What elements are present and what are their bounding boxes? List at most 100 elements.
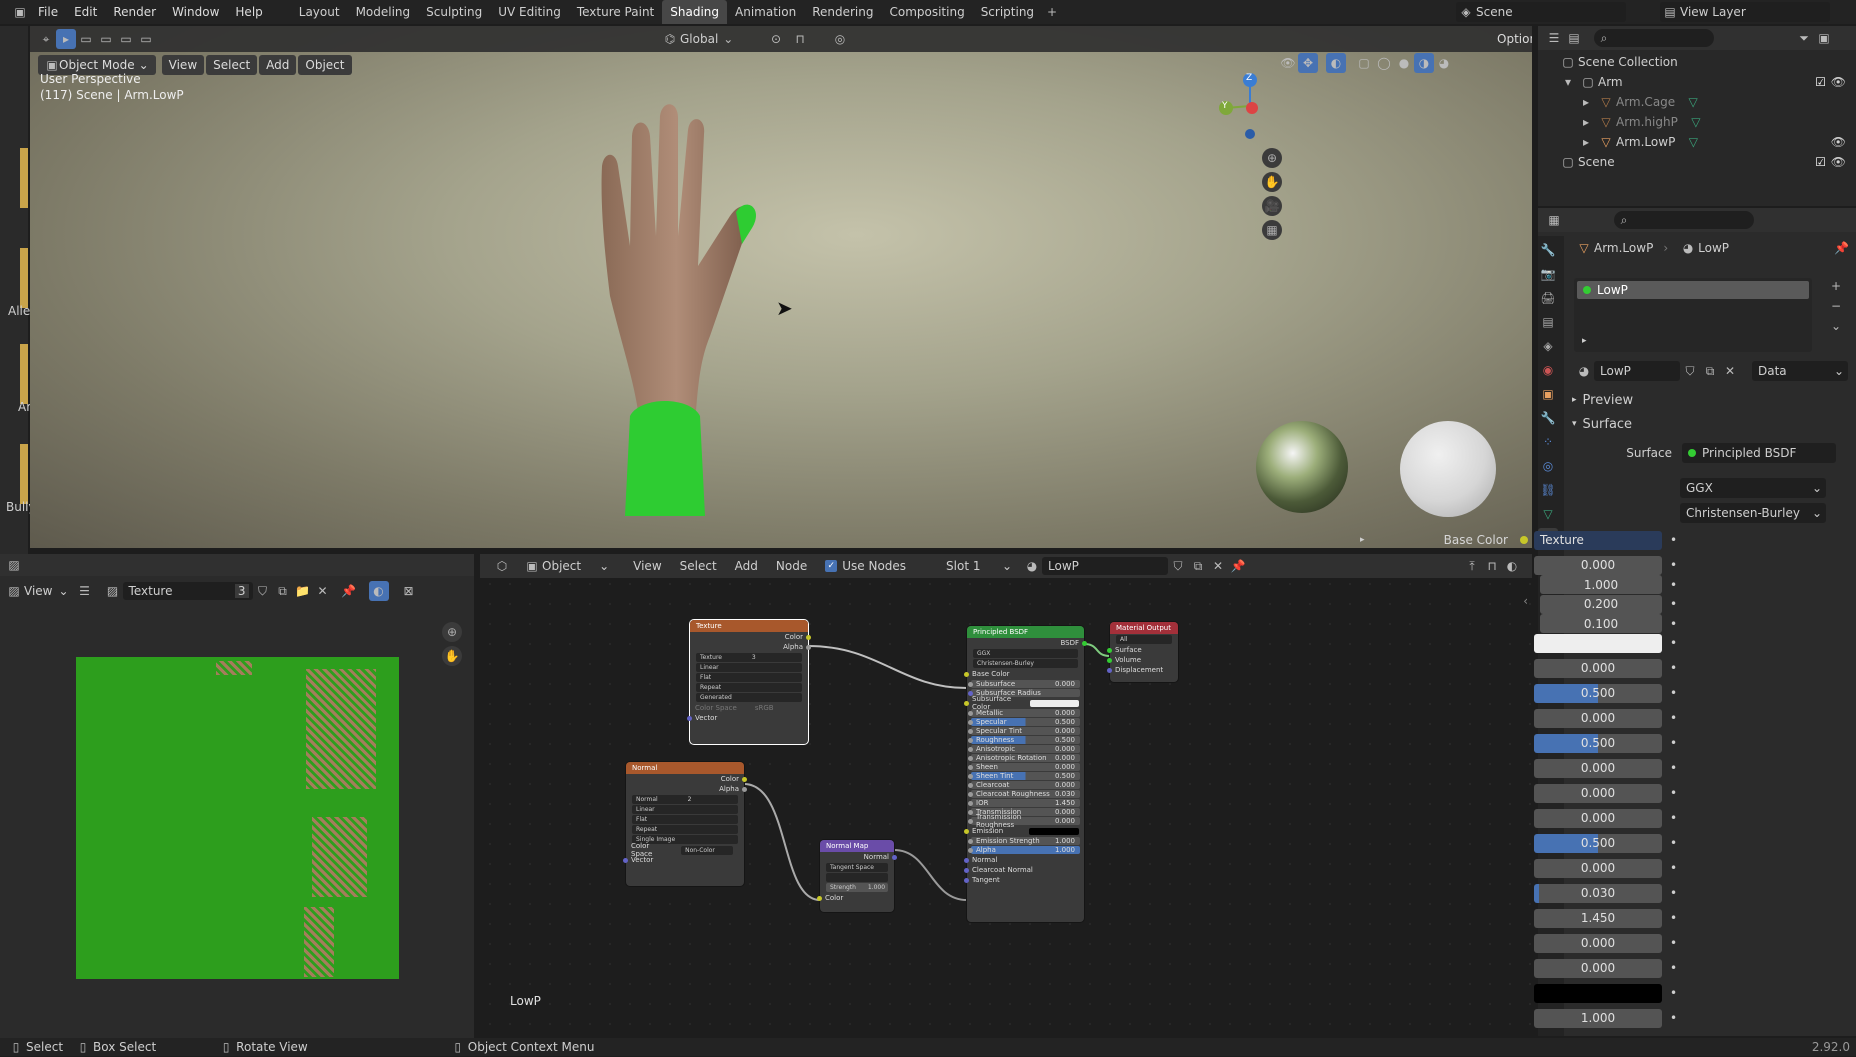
prop-value-field[interactable]: 0.000 — [1534, 758, 1662, 778]
prop-value-field[interactable]: 1.450 — [1534, 908, 1662, 928]
colorspace-value[interactable]: Non-Color — [681, 845, 733, 855]
checkbox-icon[interactable]: ☑ — [1815, 75, 1826, 89]
eye-icon[interactable]: 👁 — [1831, 135, 1846, 149]
projection-dropdown[interactable]: Flat — [696, 673, 802, 682]
input-socket[interactable] — [968, 755, 973, 761]
target-dropdown[interactable]: All — [1116, 635, 1172, 644]
keyframe-dot-icon[interactable]: • — [1670, 597, 1677, 611]
menu-item-file[interactable]: File — [30, 5, 66, 19]
zoom-icon[interactable]: ⊕ — [1262, 148, 1282, 168]
bsdf-node-header[interactable]: Principled BSDF — [967, 626, 1084, 638]
prop-value-field[interactable]: 0.500 — [1534, 683, 1662, 703]
bsdf-input-anisotropic-rotation[interactable]: Anisotropic Rotation 0.000 — [968, 754, 1080, 762]
image-name-field[interactable]: Texture 3 — [122, 582, 253, 600]
proportional-icon[interactable]: ◎ — [830, 29, 850, 49]
color-swatch[interactable] — [1029, 827, 1079, 835]
editor-type-icon[interactable]: ⌖ — [36, 29, 56, 49]
keyframe-dot-icon[interactable]: • — [1670, 986, 1677, 1000]
input-socket[interactable] — [964, 671, 969, 677]
scene-selector[interactable]: ◈ Scene — [1456, 2, 1626, 22]
thumb-1[interactable] — [20, 148, 28, 208]
prop-value-field[interactable]: 0.030 — [1534, 883, 1662, 903]
pin-icon[interactable]: 📌 — [1834, 241, 1849, 255]
link-dropdown[interactable]: Data ⌄ — [1752, 361, 1848, 381]
solid-icon[interactable]: ● — [1394, 53, 1414, 73]
object-menu[interactable]: Object — [298, 55, 352, 75]
color-input-socket[interactable] — [817, 895, 822, 901]
output-node-header[interactable]: Material Output — [1110, 622, 1178, 634]
prop-value-field[interactable]: 0.000 — [1534, 555, 1662, 575]
new-collection-icon[interactable]: ▣ — [1814, 28, 1834, 48]
color-output-socket[interactable] — [806, 634, 811, 640]
ortho-grid-icon[interactable]: ▦ — [1262, 220, 1282, 240]
prop-value-field[interactable]: 0.000 — [1534, 783, 1662, 803]
gizmo-toggle-icon[interactable]: ⊠ — [399, 581, 419, 601]
strength-field[interactable]: Strength 1.000 — [826, 883, 888, 892]
projection-dropdown[interactable]: Flat — [632, 815, 738, 824]
prop-value-field[interactable]: 0.500 — [1534, 833, 1662, 853]
input-socket[interactable] — [968, 782, 973, 788]
expand-icon[interactable]: ▸ — [1360, 535, 1365, 545]
pin-icon[interactable]: 📌 — [339, 581, 359, 601]
xray-icon[interactable]: ▢ — [1354, 53, 1374, 73]
keyframe-dot-icon[interactable]: • — [1670, 636, 1677, 650]
sss-method-dropdown[interactable]: Christensen-Burley — [973, 659, 1078, 668]
interpolation-dropdown[interactable]: Linear — [632, 805, 738, 814]
vector-input-socket[interactable] — [687, 715, 692, 721]
keyframe-dot-icon[interactable]: • — [1670, 711, 1677, 725]
material-slot-list[interactable]: LowP ▸ — [1574, 278, 1812, 352]
alpha-output-socket[interactable] — [742, 786, 747, 792]
input-socket[interactable] — [964, 867, 969, 873]
viewport-3d[interactable]: ⌖ ▸ ▭ ▭ ▭ ▭ ⌬ Global ⌄ ⊙ ⊓ ◎ Options ▣ O… — [30, 26, 1532, 548]
prop-value-field[interactable]: 0.000 — [1534, 708, 1662, 728]
expand-icon[interactable]: ▸ — [1576, 112, 1596, 132]
output-tab-icon[interactable]: 🖨 — [1538, 288, 1558, 308]
volume-input-socket[interactable] — [1107, 657, 1112, 663]
outliner-search[interactable]: ⌕ — [1594, 29, 1714, 47]
wireframe-icon[interactable]: ◯ — [1374, 53, 1394, 73]
pan-icon[interactable]: ✋ — [1262, 172, 1282, 192]
outliner-item-arm[interactable]: ▾ ▢ Arm ☑ 👁 — [1558, 72, 1848, 92]
view-layer-tab-icon[interactable]: ▤ — [1538, 312, 1558, 332]
input-socket[interactable] — [968, 746, 973, 752]
camera-icon[interactable]: 🎥 — [1262, 196, 1282, 216]
keyframe-dot-icon[interactable]: • — [1670, 936, 1677, 950]
expand-icon[interactable]: ▸ — [1576, 92, 1596, 112]
preview-panel-header[interactable]: ▸ Preview — [1572, 390, 1633, 410]
select-tool-icon[interactable]: ▸ — [56, 29, 76, 49]
input-socket[interactable] — [968, 818, 973, 824]
socket-icon[interactable] — [1520, 536, 1528, 544]
keyframe-dot-icon[interactable]: • — [1670, 661, 1677, 675]
tab-animation[interactable]: Animation — [727, 0, 804, 24]
object-tab-icon[interactable]: ▣ — [1538, 384, 1558, 404]
material-output-node[interactable]: Material Output All Surface Volume Displ… — [1107, 622, 1178, 682]
keyframe-dot-icon[interactable]: • — [1670, 861, 1677, 875]
input-socket[interactable] — [968, 737, 973, 743]
display-mode-icon[interactable]: ▤ — [1564, 28, 1584, 48]
blender-logo-icon[interactable]: ▣ — [10, 2, 30, 22]
image-browse-icon[interactable]: ▨ — [103, 581, 123, 601]
normal-node-header[interactable]: Normal — [626, 762, 744, 774]
prop-value-field[interactable]: 0.000 — [1534, 658, 1662, 678]
tab-layout[interactable]: Layout — [291, 0, 348, 24]
normal-output-socket[interactable] — [892, 854, 897, 860]
input-socket[interactable] — [968, 773, 973, 779]
texture-image[interactable] — [76, 657, 399, 979]
tab-sculpting[interactable]: Sculpting — [418, 0, 490, 24]
modifier-tab-icon[interactable]: 🔧 — [1538, 408, 1558, 428]
expand-icon[interactable]: ▸ — [1576, 132, 1596, 152]
eye-icon[interactable]: 👁 — [1831, 75, 1846, 89]
new-image-icon[interactable]: ⧉ — [273, 581, 293, 601]
normal-map-node[interactable]: Normal Map Normal Tangent Space Strength… — [817, 840, 897, 912]
bsdf-input-alpha[interactable]: Alpha 1.000 — [968, 846, 1080, 854]
menu-item-window[interactable]: Window — [164, 5, 227, 19]
bsdf-input-metallic[interactable]: Metallic 0.000 — [968, 709, 1080, 717]
prop-value-field[interactable]: Texture — [1534, 530, 1662, 550]
bsdf-input-ior[interactable]: IOR 1.450 — [968, 799, 1080, 807]
bsdf-input-sheen-tint[interactable]: Sheen Tint 0.500 — [968, 772, 1080, 780]
open-image-icon[interactable]: 📁 — [293, 581, 313, 601]
prop-value-field[interactable]: 0.200 — [1540, 594, 1662, 614]
expand-icon[interactable]: ▾ — [1558, 72, 1578, 92]
keyframe-dot-icon[interactable]: • — [1670, 836, 1677, 850]
gizmo-icon[interactable]: ✥ — [1298, 53, 1318, 73]
